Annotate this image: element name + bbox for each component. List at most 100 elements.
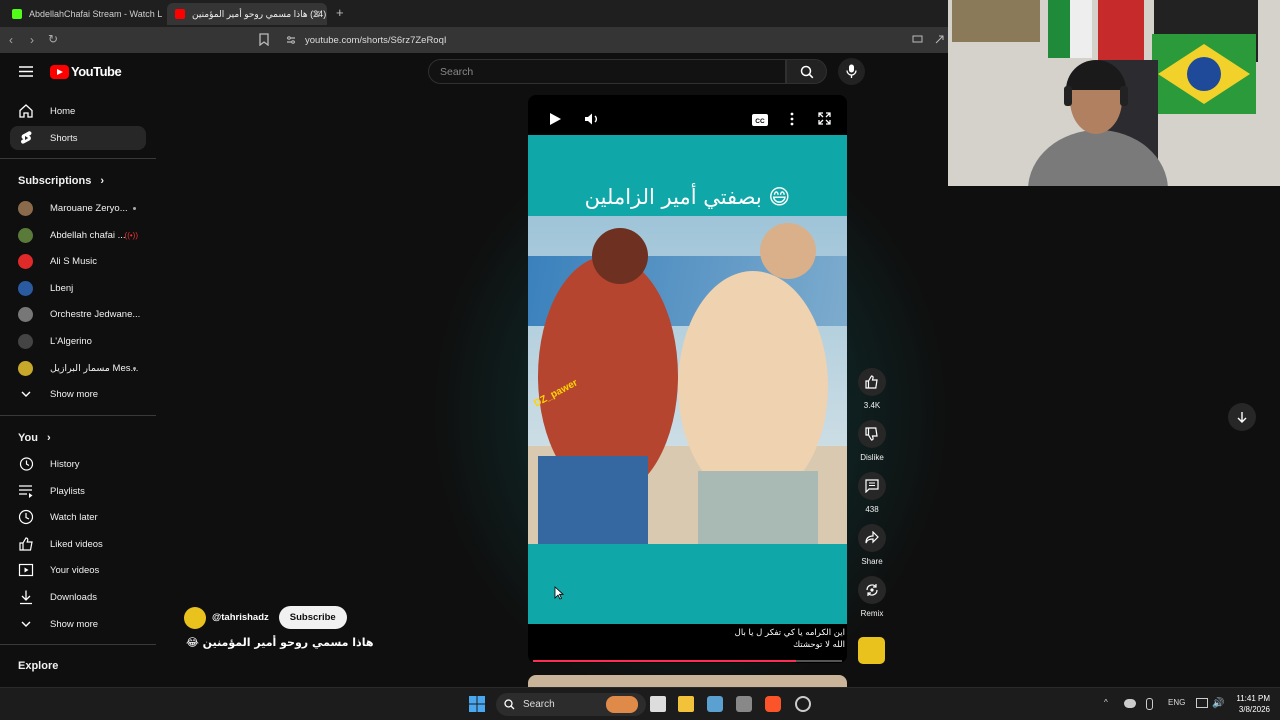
site-info-icon[interactable] (286, 35, 296, 45)
explore-heading: Explore (18, 660, 58, 672)
downloads-icon (20, 590, 32, 605)
sidebar-item-downloads[interactable]: Downloads (10, 585, 146, 609)
bookmark-icon[interactable] (259, 33, 269, 46)
subscribe-button[interactable]: Subscribe (278, 606, 347, 629)
search-input[interactable] (429, 60, 759, 83)
task-view-icon[interactable] (650, 696, 666, 712)
play-icon[interactable] (548, 112, 562, 126)
channel-avatar[interactable] (184, 606, 206, 629)
subscription-item[interactable]: Marouane Zeryo... (10, 196, 146, 220)
subscription-item[interactable]: L'Algerino (10, 329, 146, 353)
new-tab-icon[interactable]: + (336, 5, 344, 20)
cast-icon[interactable] (912, 35, 923, 44)
show-more-subscriptions[interactable]: Show more (10, 382, 146, 406)
next-short-preview[interactable] (528, 675, 847, 687)
subscription-label: L'Algerino (50, 335, 92, 347)
subscription-item[interactable]: مسمار البرازيل Mes... (10, 356, 146, 380)
comment-icon (865, 479, 879, 493)
obs-icon[interactable] (795, 696, 811, 712)
show-more-you[interactable]: Show more (10, 612, 146, 636)
windows-start-icon[interactable] (469, 696, 485, 712)
sound-thumbnail[interactable] (858, 637, 885, 664)
remix-action[interactable]: Remix (857, 576, 887, 618)
sidebar-item-shorts[interactable]: Shorts (10, 126, 146, 150)
more-options-icon[interactable] (790, 112, 794, 126)
share-button[interactable] (858, 524, 886, 552)
back-icon[interactable]: ‹ (9, 33, 13, 47)
sidebar-item-label: Your videos (50, 564, 100, 576)
microphone-icon (846, 64, 857, 78)
short-title: هاذا مسمي روحو أمير المؤمنين 😂 (186, 636, 374, 649)
sidebar-item-history[interactable]: History (10, 452, 146, 476)
onedrive-icon[interactable] (1124, 699, 1136, 708)
shorts-icon (21, 131, 32, 144)
clock-date: 3/8/2026 (1238, 705, 1270, 714)
camera-app-icon[interactable] (707, 696, 723, 712)
app-icon[interactable] (736, 696, 752, 712)
browser-tab[interactable]: AbdellahChafai Stream - Watch Live (4, 3, 162, 25)
reload-icon[interactable]: ↻ (48, 32, 58, 46)
next-short-button[interactable] (1228, 403, 1256, 431)
tray-chevron-up-icon[interactable]: ^ (1104, 698, 1108, 707)
avatar (18, 360, 33, 376)
display-icon[interactable] (1196, 698, 1208, 708)
fullscreen-icon[interactable] (818, 112, 831, 125)
microphone-icon[interactable] (1146, 698, 1153, 710)
history-icon (19, 457, 34, 471)
sidebar-item-watch-later[interactable]: Watch later (10, 505, 146, 529)
channel-name[interactable]: @tahrishadz (212, 612, 269, 623)
input-language[interactable]: ENG (1168, 698, 1185, 707)
like-action[interactable]: 3.4K (857, 368, 887, 410)
voice-search-button[interactable] (838, 58, 865, 85)
forward-icon[interactable]: › (30, 33, 34, 47)
subscription-item[interactable]: Abdellah chafai ... ((•)) (10, 223, 146, 247)
sidebar-item-your-videos[interactable]: Your videos (10, 558, 146, 582)
close-tab-icon[interactable]: ✕ (312, 8, 321, 21)
watch-later-icon (18, 509, 34, 525)
closed-captions-icon[interactable]: CC (752, 114, 768, 126)
sidebar-item-playlists[interactable]: Playlists (10, 479, 146, 503)
dislike-action[interactable]: Dislike (857, 420, 887, 462)
shorts-player[interactable]: بصفتي أمير الزاملين 😄 DZ_pawer اين الكرا… (528, 95, 847, 663)
sidebar-item-home[interactable]: Home (10, 99, 146, 123)
avatar (18, 280, 33, 296)
remix-icon (866, 584, 878, 596)
subscription-label: مسمار البرازيل Mes... (50, 362, 139, 374)
system-clock[interactable]: 11:41 PM 3/8/2026 (1226, 693, 1270, 715)
your-videos-icon (18, 563, 34, 577)
home-icon (19, 104, 33, 118)
share-page-icon[interactable] (934, 34, 945, 45)
taskbar-search-label: Search (523, 699, 555, 710)
subscriptions-heading[interactable]: Subscriptions › (18, 175, 104, 187)
sidebar-item-label: History (50, 458, 80, 470)
dislike-button[interactable] (858, 420, 886, 448)
search-button[interactable] (786, 59, 827, 84)
sidebar-item-liked-videos[interactable]: Liked videos (10, 532, 146, 556)
taskbar-search[interactable]: Search (496, 693, 646, 716)
comments-button[interactable] (858, 472, 886, 500)
share-action[interactable]: Share (857, 524, 887, 566)
share-icon (865, 531, 879, 544)
like-button[interactable] (858, 368, 886, 396)
sidebar-item-label: Playlists (50, 485, 85, 497)
speaker-icon[interactable]: 🔊 (1212, 698, 1224, 709)
sidebar-item-label: Liked videos (50, 538, 103, 550)
brave-browser-icon[interactable] (765, 696, 781, 712)
volume-icon[interactable] (584, 112, 600, 126)
browser-tab-active[interactable]: (24) هاذا مسمي روحو أمير المؤمنين ✕ (167, 3, 327, 25)
subscription-item[interactable]: Orchestre Jedwane... (10, 302, 146, 326)
avatar (18, 306, 33, 322)
subscription-item[interactable]: Lbenj (10, 276, 146, 300)
file-explorer-icon[interactable] (678, 696, 694, 712)
mouse-cursor-icon (554, 586, 564, 600)
live-icon: ((•)) (124, 230, 138, 240)
avatar (18, 253, 33, 269)
new-content-dot (133, 366, 136, 370)
subscription-item[interactable]: Ali S Music (10, 249, 146, 273)
you-heading[interactable]: You › (18, 432, 51, 444)
video-progress-bar[interactable] (533, 660, 842, 662)
remix-button[interactable] (858, 576, 886, 604)
youtube-page: YouTube Home Shorts Subscriptions › Maro… (0, 53, 948, 687)
address-bar[interactable]: youtube.com/shorts/S6rz7ZeRoqI (280, 30, 920, 50)
comments-action[interactable]: 438 (857, 472, 887, 514)
